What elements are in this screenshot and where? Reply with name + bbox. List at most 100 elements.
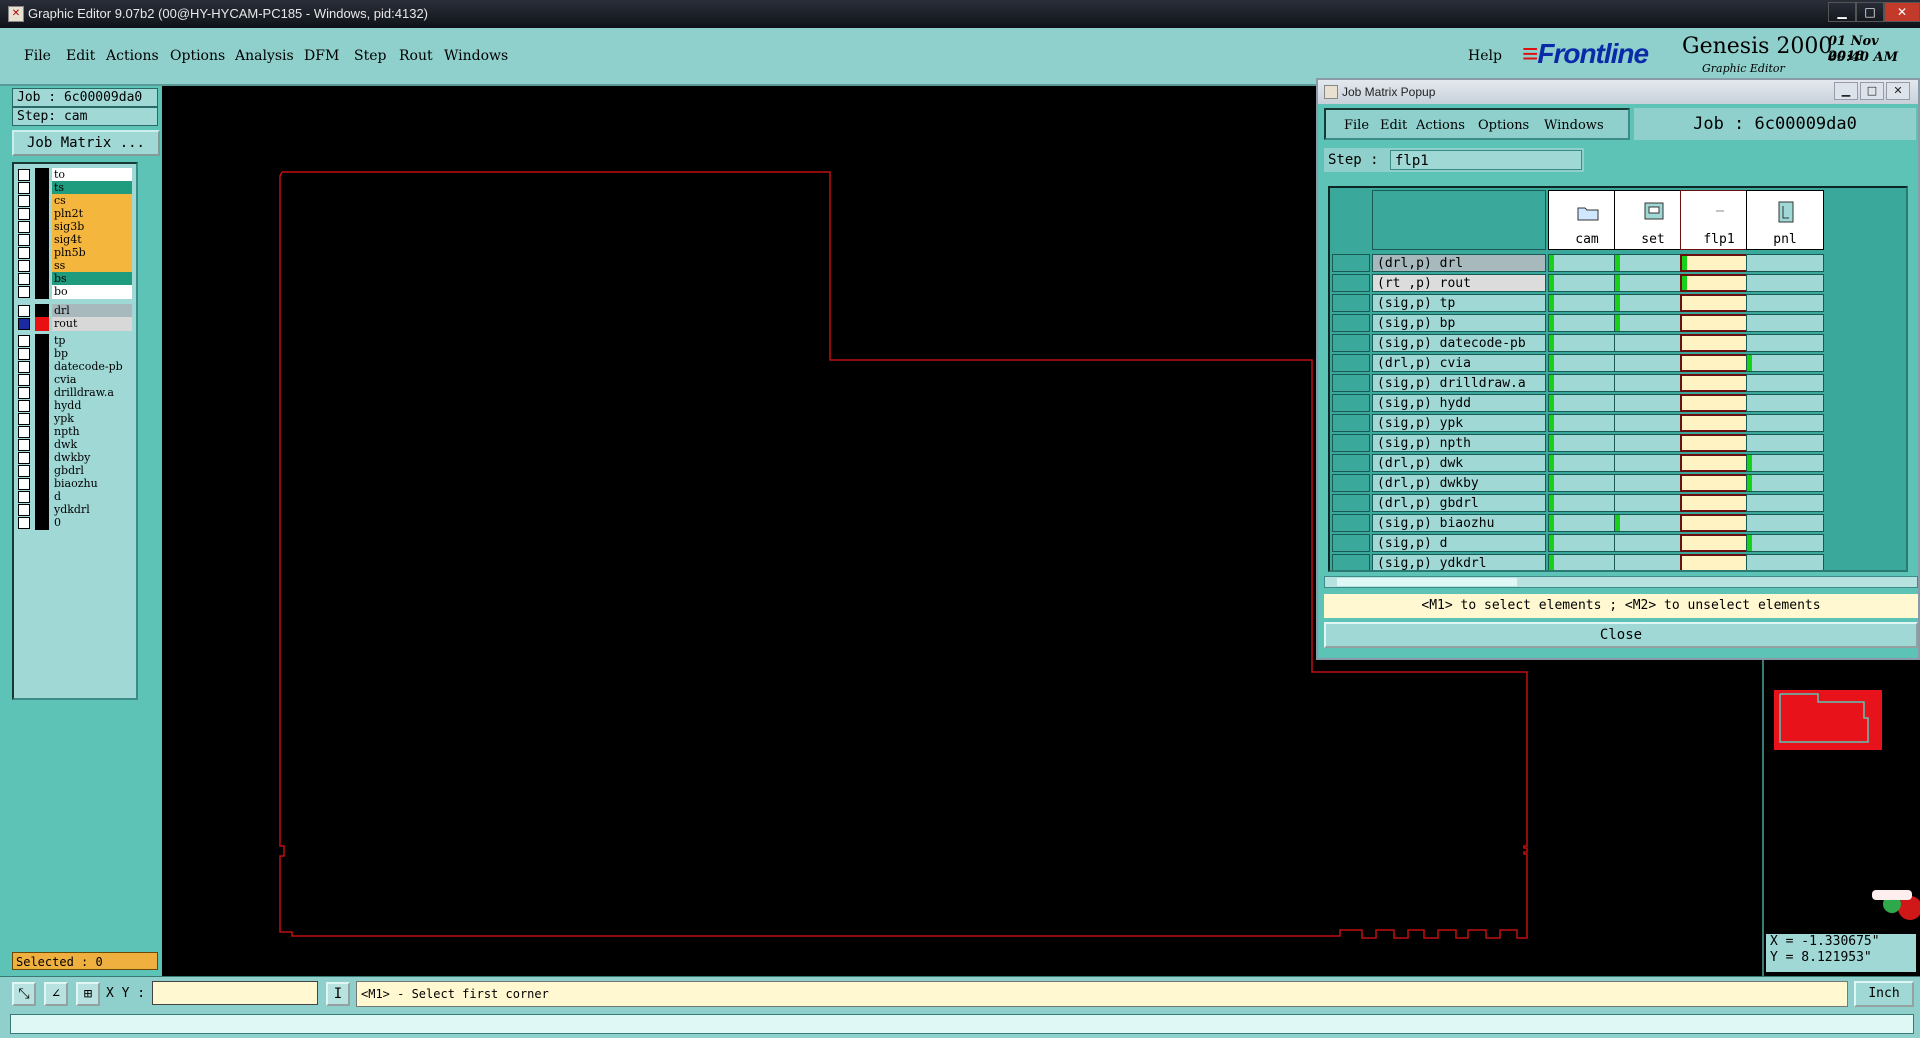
row-handle[interactable] <box>1332 394 1370 412</box>
layer-name[interactable]: dwk <box>52 438 132 452</box>
matrix-cell[interactable] <box>1746 254 1824 272</box>
layer-row[interactable]: npth <box>18 425 132 439</box>
layer-name[interactable]: sig4t <box>52 233 132 247</box>
matrix-cell[interactable] <box>1746 554 1824 570</box>
layer-checkbox[interactable] <box>18 478 30 490</box>
matrix-cell[interactable] <box>1746 354 1824 372</box>
row-handle[interactable] <box>1332 454 1370 472</box>
layer-row[interactable]: bo <box>18 285 132 299</box>
popup-close-button[interactable]: ✕ <box>1886 82 1910 100</box>
matrix-layer-name[interactable]: (drl,p) gbdrl <box>1372 494 1546 512</box>
layer-name[interactable]: cvia <box>52 373 132 387</box>
layer-checkbox[interactable] <box>18 426 30 438</box>
layer-name[interactable]: d <box>52 490 132 504</box>
layer-name[interactable]: bs <box>52 272 132 286</box>
layer-checkbox[interactable] <box>18 286 30 298</box>
text-cursor-icon[interactable]: I <box>326 982 350 1006</box>
layer-name[interactable]: 0 <box>52 516 132 530</box>
popup-menu-edit[interactable]: Edit <box>1380 118 1407 133</box>
layer-row[interactable]: ypk <box>18 412 132 426</box>
layer-checkbox[interactable] <box>18 361 30 373</box>
layer-checkbox[interactable] <box>18 413 30 425</box>
layer-name[interactable]: biaozhu <box>52 477 132 491</box>
layer-checkbox[interactable] <box>18 504 30 516</box>
zoom-area-icon[interactable]: ⤡ <box>12 982 36 1006</box>
menu-rout[interactable]: Rout <box>399 48 433 64</box>
layer-name[interactable]: to <box>52 168 132 182</box>
layer-checkbox[interactable] <box>18 195 30 207</box>
row-handle[interactable] <box>1332 534 1370 552</box>
layer-row[interactable]: ts <box>18 181 132 195</box>
matrix-cell[interactable] <box>1746 534 1824 552</box>
matrix-cell[interactable] <box>1746 374 1824 392</box>
layer-checkbox[interactable] <box>18 208 30 220</box>
layer-name[interactable]: pln2t <box>52 207 132 221</box>
matrix-layer-name[interactable]: (sig,p) drilldraw.a <box>1372 374 1546 392</box>
layer-name[interactable]: ypk <box>52 412 132 426</box>
layer-row[interactable]: to <box>18 168 132 182</box>
units-button[interactable]: Inch <box>1854 981 1914 1007</box>
matrix-layer-name[interactable]: (sig,p) tp <box>1372 294 1546 312</box>
popup-maximize-button[interactable]: □ <box>1860 82 1884 100</box>
matrix-cell[interactable] <box>1746 434 1824 452</box>
layer-checkbox[interactable] <box>18 374 30 386</box>
row-handle[interactable] <box>1332 314 1370 332</box>
measure-icon[interactable]: ∠ <box>44 982 68 1006</box>
matrix-cell[interactable] <box>1746 454 1824 472</box>
layer-row[interactable]: cs <box>18 194 132 208</box>
layer-name[interactable]: bp <box>52 347 132 361</box>
row-handle[interactable] <box>1332 474 1370 492</box>
row-handle[interactable] <box>1332 274 1370 292</box>
menu-actions[interactable]: Actions <box>106 48 159 64</box>
layer-row[interactable]: drilldraw.a <box>18 386 132 400</box>
popup-menu-options[interactable]: Options <box>1478 118 1529 133</box>
job-matrix-button[interactable]: Job Matrix ... <box>12 130 160 156</box>
xy-input[interactable] <box>152 981 318 1005</box>
layer-checkbox[interactable] <box>18 318 30 330</box>
layer-checkbox[interactable] <box>18 305 30 317</box>
layer-row[interactable]: sig3b <box>18 220 132 234</box>
matrix-cell[interactable] <box>1746 414 1824 432</box>
layer-row[interactable]: dwk <box>18 438 132 452</box>
row-handle[interactable] <box>1332 494 1370 512</box>
layer-checkbox[interactable] <box>18 452 30 464</box>
layer-name[interactable]: cs <box>52 194 132 208</box>
layer-row[interactable]: cvia <box>18 373 132 387</box>
layer-checkbox[interactable] <box>18 234 30 246</box>
layer-checkbox[interactable] <box>18 387 30 399</box>
matrix-layer-name[interactable]: (drl,p) drl <box>1372 254 1546 272</box>
matrix-cell[interactable] <box>1746 294 1824 312</box>
matrix-layer-name[interactable]: (sig,p) datecode-pb <box>1372 334 1546 352</box>
row-handle[interactable] <box>1332 434 1370 452</box>
row-handle[interactable] <box>1332 254 1370 272</box>
layer-row[interactable]: 0 <box>18 516 132 530</box>
layer-row[interactable]: bs <box>18 272 132 286</box>
maximize-button[interactable]: □ <box>1856 2 1884 22</box>
row-handle[interactable] <box>1332 414 1370 432</box>
popup-menu-actions[interactable]: Actions <box>1416 118 1465 133</box>
layer-row[interactable]: sig4t <box>18 233 132 247</box>
popup-step-input[interactable]: flp1 <box>1390 150 1582 170</box>
matrix-layer-name[interactable]: (rt ,p) rout <box>1372 274 1546 292</box>
layer-name[interactable]: sig3b <box>52 220 132 234</box>
matrix-layer-name[interactable]: (sig,p) ydkdrl <box>1372 554 1546 570</box>
matrix-layer-name[interactable]: (sig,p) ypk <box>1372 414 1546 432</box>
menu-options[interactable]: Options <box>170 48 225 64</box>
layer-name[interactable]: gbdrl <box>52 464 132 478</box>
row-handle[interactable] <box>1332 354 1370 372</box>
layer-name[interactable]: ss <box>52 259 132 273</box>
layer-name[interactable]: rout <box>52 317 132 331</box>
layer-row[interactable]: d <box>18 490 132 504</box>
layer-row[interactable]: drl <box>18 304 132 318</box>
popup-minimize-button[interactable]: ▁ <box>1834 82 1858 100</box>
layer-name[interactable]: pln5b <box>52 246 132 260</box>
layer-checkbox[interactable] <box>18 221 30 233</box>
matrix-layer-name[interactable]: (drl,p) dwkby <box>1372 474 1546 492</box>
matrix-cell[interactable] <box>1746 314 1824 332</box>
matrix-layer-name[interactable]: (sig,p) bp <box>1372 314 1546 332</box>
menu-step[interactable]: Step <box>354 48 386 64</box>
layer-name[interactable]: hydd <box>52 399 132 413</box>
row-handle[interactable] <box>1332 554 1370 570</box>
menu-analysis[interactable]: Analysis <box>235 48 294 64</box>
matrix-cell[interactable] <box>1746 274 1824 292</box>
